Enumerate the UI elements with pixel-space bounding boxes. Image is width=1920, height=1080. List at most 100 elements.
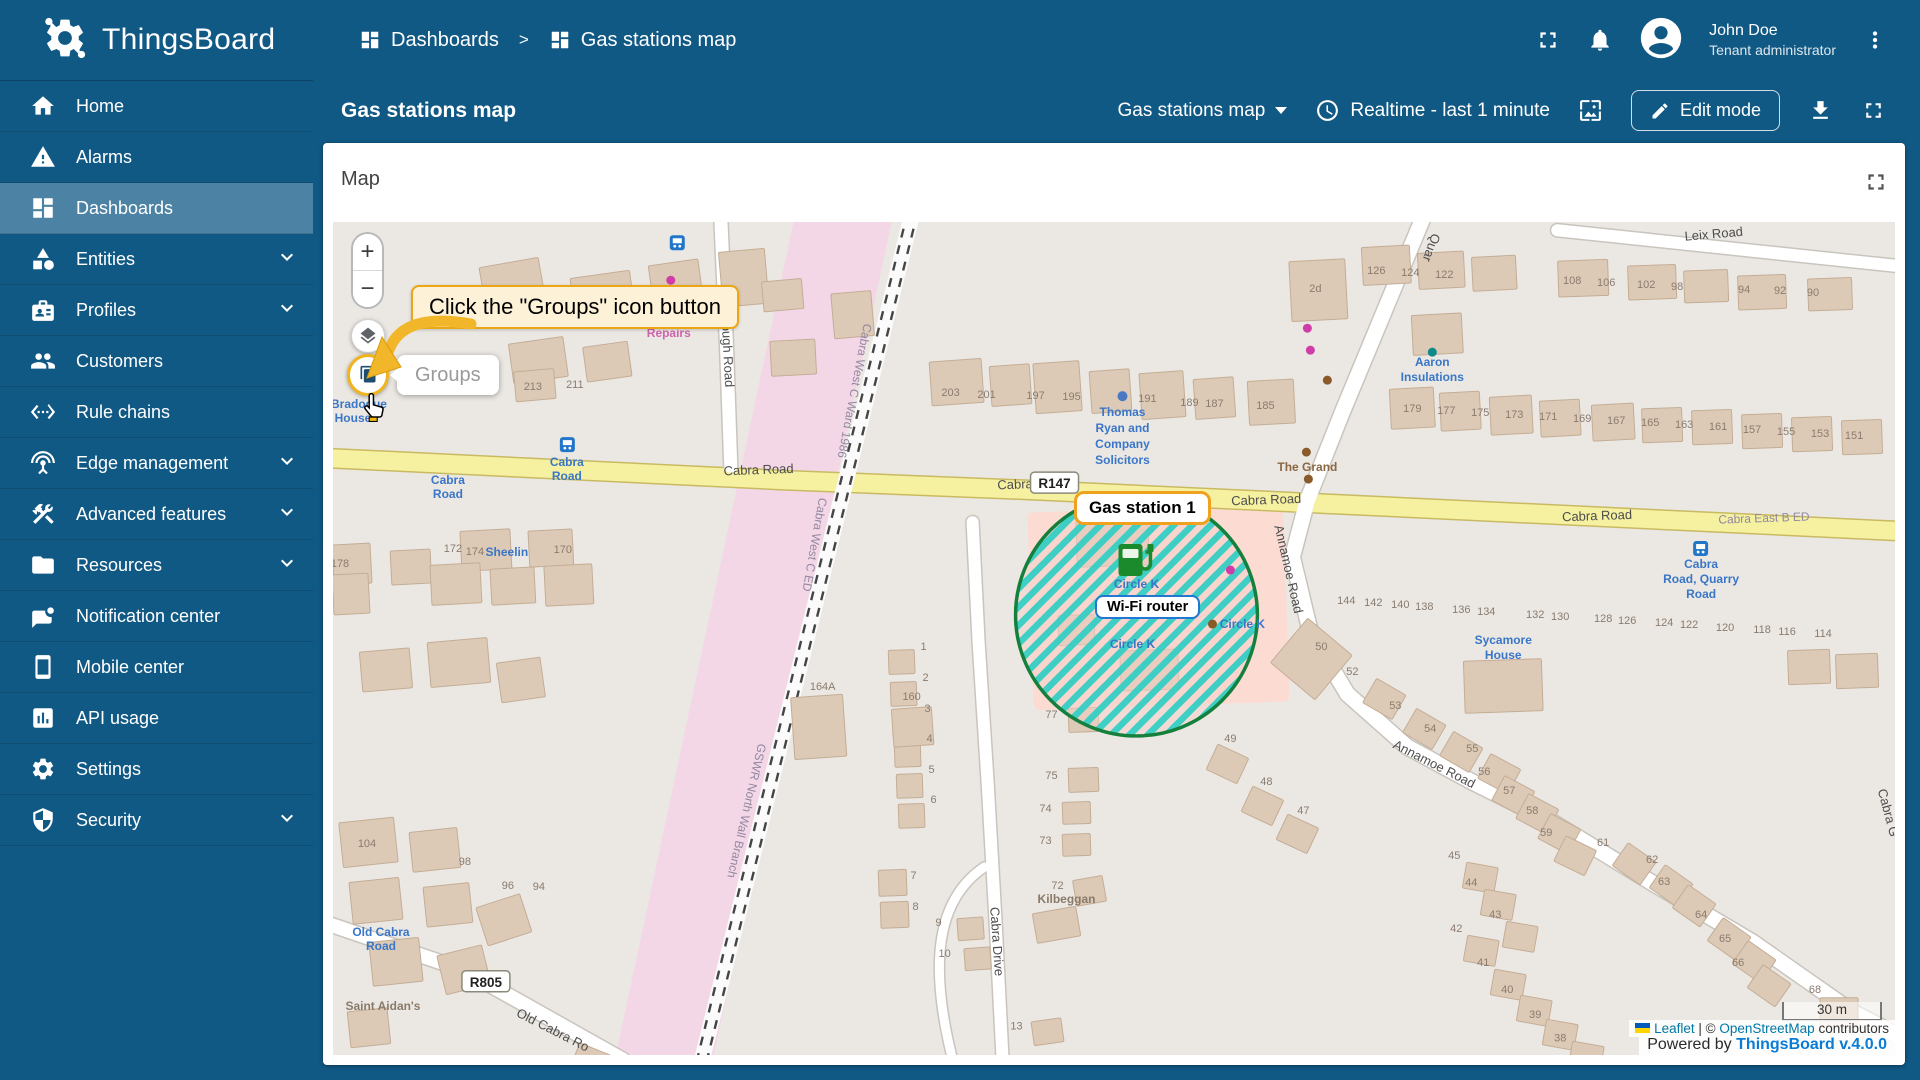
svg-text:169: 169 bbox=[1573, 413, 1591, 425]
svg-text:94: 94 bbox=[533, 881, 545, 893]
sidebar-item-notification-center[interactable]: Notification center bbox=[0, 591, 313, 642]
breadcrumb-item-gas-stations-map[interactable]: Gas stations map bbox=[549, 29, 736, 52]
svg-text:Thomas: Thomas bbox=[1100, 405, 1146, 419]
sidebar-item-entities[interactable]: Entities bbox=[0, 234, 313, 285]
svg-text:47: 47 bbox=[1297, 805, 1309, 817]
sidebar-item-alarms[interactable]: Alarms bbox=[0, 132, 313, 183]
bell-icon bbox=[1591, 29, 1609, 51]
svg-text:122: 122 bbox=[1680, 619, 1698, 631]
thingsboard-version-link[interactable]: ThingsBoard v.4.0.0 bbox=[1736, 1036, 1887, 1053]
svg-text:124: 124 bbox=[1401, 267, 1419, 279]
svg-text:116: 116 bbox=[1778, 626, 1796, 638]
fullscreen-button[interactable] bbox=[1535, 27, 1561, 53]
clock-icon bbox=[1317, 100, 1339, 121]
app-logo[interactable]: ThingsBoard bbox=[0, 15, 313, 66]
svg-text:Circle K: Circle K bbox=[1110, 637, 1156, 651]
svg-text:63: 63 bbox=[1658, 876, 1670, 888]
sidebar-item-security[interactable]: Security bbox=[0, 795, 313, 846]
svg-text:The Grand: The Grand bbox=[1277, 460, 1337, 474]
svg-text:164A: 164A bbox=[810, 681, 836, 693]
zoom-in-button[interactable]: + bbox=[353, 234, 382, 270]
svg-text:44: 44 bbox=[1465, 877, 1477, 889]
svg-text:Circle K: Circle K bbox=[1114, 577, 1160, 591]
sidebar-item-profiles[interactable]: Profiles bbox=[0, 285, 313, 336]
user-info[interactable]: John Doe Tenant administrator bbox=[1709, 21, 1836, 60]
more-menu-button[interactable] bbox=[1862, 27, 1888, 53]
profiles-icon bbox=[30, 297, 56, 323]
sidebar-item-customers[interactable]: Customers bbox=[0, 336, 313, 387]
svg-text:Sheelin: Sheelin bbox=[486, 545, 529, 559]
timewindow-button[interactable]: Realtime - last 1 minute bbox=[1315, 98, 1550, 123]
dashboards-icon bbox=[30, 195, 56, 221]
svg-text:65: 65 bbox=[1719, 933, 1731, 945]
chevron-down-icon bbox=[275, 245, 299, 274]
sidebar-item-advanced-features[interactable]: Advanced features bbox=[0, 489, 313, 540]
svg-text:213: 213 bbox=[524, 381, 542, 393]
map-widget-card: Map Cabra RoadCabra RoadCabra RoadCabra … bbox=[323, 143, 1905, 1065]
svg-text:191: 191 bbox=[1138, 393, 1156, 405]
svg-text:165: 165 bbox=[1641, 417, 1659, 429]
svg-text:104: 104 bbox=[358, 838, 376, 850]
wifi-router-marker-label[interactable]: Wi-Fi router bbox=[1095, 595, 1201, 619]
sidebar-item-settings[interactable]: Settings bbox=[0, 744, 313, 795]
svg-text:39: 39 bbox=[1529, 1009, 1541, 1021]
sidebar-item-edge-management[interactable]: Edge management bbox=[0, 438, 313, 489]
breadcrumb-separator: > bbox=[518, 30, 529, 49]
download-button[interactable] bbox=[1808, 98, 1833, 123]
expand-icon bbox=[1868, 174, 1884, 190]
widget-fullscreen-button[interactable] bbox=[1863, 169, 1889, 198]
toolbar-fullscreen-button[interactable] bbox=[1861, 98, 1886, 123]
dashboards-icon bbox=[361, 31, 379, 49]
customers-icon bbox=[30, 348, 56, 374]
gas-station-marker-label[interactable]: Gas station 1 bbox=[1074, 491, 1211, 525]
leaflet-link[interactable]: Leaflet bbox=[1654, 1021, 1695, 1036]
svg-text:3: 3 bbox=[925, 703, 931, 715]
notifications-button[interactable] bbox=[1587, 27, 1613, 53]
svg-text:155: 155 bbox=[1777, 426, 1795, 438]
sidebar-item-rule-chains[interactable]: Rule chains bbox=[0, 387, 313, 438]
svg-text:142: 142 bbox=[1364, 597, 1382, 609]
svg-text:43: 43 bbox=[1489, 909, 1501, 921]
dashboard-image-button[interactable] bbox=[1578, 98, 1603, 123]
sidebar-item-resources[interactable]: Resources bbox=[0, 540, 313, 591]
svg-text:1: 1 bbox=[921, 641, 927, 653]
svg-text:62: 62 bbox=[1646, 854, 1658, 866]
powered-by: Powered by ThingsBoard v.4.0.0 bbox=[1639, 1036, 1895, 1055]
osm-link[interactable]: OpenStreetMap bbox=[1719, 1021, 1814, 1036]
ukraine-flag-icon bbox=[1635, 1023, 1651, 1033]
svg-text:9: 9 bbox=[936, 917, 942, 929]
svg-text:Road: Road bbox=[366, 939, 396, 953]
svg-text:126: 126 bbox=[1618, 615, 1636, 627]
svg-text:98: 98 bbox=[1671, 281, 1683, 293]
svg-text:48: 48 bbox=[1260, 776, 1272, 788]
svg-text:102: 102 bbox=[1637, 279, 1655, 291]
zoom-out-button[interactable]: − bbox=[353, 270, 382, 307]
sidebar-item-home[interactable]: Home bbox=[0, 81, 313, 132]
svg-text:R147: R147 bbox=[1038, 476, 1070, 491]
dashboards-icon bbox=[551, 31, 569, 49]
svg-text:98: 98 bbox=[459, 856, 471, 868]
user-avatar[interactable] bbox=[1639, 16, 1683, 65]
sidebar-item-api-usage[interactable]: API usage bbox=[0, 693, 313, 744]
svg-text:57: 57 bbox=[1503, 785, 1515, 797]
security-icon bbox=[30, 807, 56, 833]
svg-text:173: 173 bbox=[1505, 409, 1523, 421]
svg-text:Cabra: Cabra bbox=[550, 455, 584, 469]
sidebar-nav: Home Alarms Dashboards Entities Profiles Cust… bbox=[0, 80, 313, 1080]
sidebar-item-dashboards[interactable]: Dashboards bbox=[0, 183, 313, 234]
svg-text:172: 172 bbox=[444, 543, 462, 555]
edit-mode-button[interactable]: Edit mode bbox=[1630, 90, 1780, 131]
svg-text:2: 2 bbox=[923, 672, 929, 684]
sidebar-item-mobile-center[interactable]: Mobile center bbox=[0, 642, 313, 693]
svg-text:59: 59 bbox=[1540, 827, 1552, 839]
map-canvas[interactable]: Cabra RoadCabra RoadCabra RoadCabra Road… bbox=[333, 222, 1895, 1055]
svg-text:170: 170 bbox=[554, 544, 572, 556]
svg-text:187: 187 bbox=[1205, 398, 1223, 410]
svg-text:126: 126 bbox=[1367, 265, 1385, 277]
dashboard-select[interactable]: Gas stations map bbox=[1118, 100, 1288, 122]
svg-text:5: 5 bbox=[929, 764, 935, 776]
breadcrumb-item-dashboards[interactable]: Dashboards bbox=[359, 29, 499, 52]
svg-text:189: 189 bbox=[1180, 397, 1198, 409]
svg-text:75: 75 bbox=[1045, 770, 1057, 782]
svg-text:Sycamore: Sycamore bbox=[1475, 633, 1533, 647]
